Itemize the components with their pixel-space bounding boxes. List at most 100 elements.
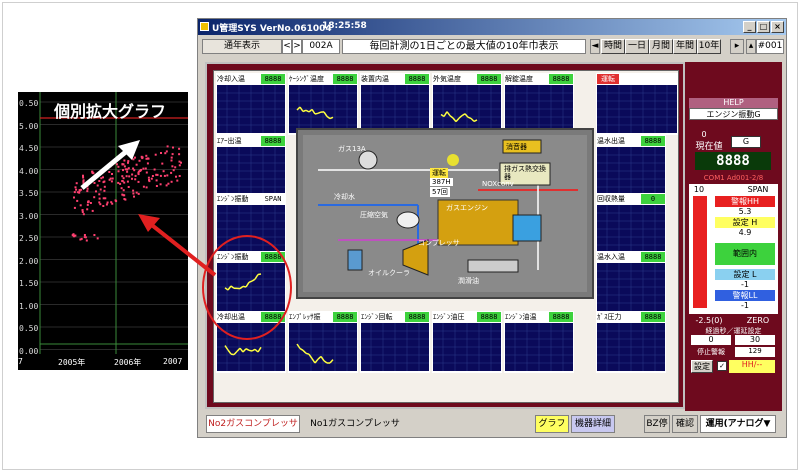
help-label[interactable]: HELP [689,98,778,108]
trend-tile[interactable]: 解錠温度 8888 [504,73,574,135]
tile-label: ｴﾝｼﾞﾝ振動 [217,195,249,203]
tile-graph [217,85,285,133]
period-button[interactable]: 時間 [601,39,625,54]
tile-value: 8888 [641,136,665,146]
trend-tile[interactable]: ｶﾞｽ圧力 8888 [596,311,666,373]
trend-tile[interactable]: ｴﾝｼﾞﾝ油圧 8888 [432,311,502,373]
scroll-left-button[interactable]: ◄ [590,39,600,54]
app-icon [200,22,209,31]
side-panel: HELP エンジン振動G 0 現在値 G 8888 COM1 Ad001-2/8… [685,62,782,412]
tab-no1-compressor[interactable]: No1ガスコンプレッサ [308,415,402,433]
trend-tile[interactable]: ｴﾝｼﾞﾝ油温 8888 [504,311,574,373]
zoom-y-tick: 4.50 [19,144,39,153]
in-range: 範囲内 [715,243,775,265]
trend-tile[interactable]: ｴｱｰ出温 8888 [216,135,286,197]
zoom-y-tick: 5.00 [19,121,39,131]
tile-label: 外気温度 [433,75,461,83]
tile-label: 装置内温 [361,75,389,83]
title-bar: U管理SYS VerNo.061004 18:25:58 _ □ × [198,19,786,35]
tile-value: 8888 [405,74,429,84]
tile-value: 8888 [405,312,429,322]
trend-tile[interactable]: ｴﾝﾌﾟﾚｯｻ振 8888 [288,311,358,373]
zoom-y-tick: 3.00 [19,211,39,221]
trend-tile[interactable]: ｹｰｼﾝｸﾞ温度 8888 [288,73,358,135]
delay-b[interactable]: 30 [735,335,775,345]
trend-tile[interactable]: 温水入温 8888 [596,251,666,313]
tile-graph [505,85,573,133]
tile-graph [433,85,501,133]
current-label: 現在値 [695,142,723,152]
next-button[interactable]: > [292,39,302,54]
tile-value: 8888 [477,312,501,322]
bottom-bar: No2ガスコンプレッサ No1ガスコンプレッサ グラフ 機器詳細 BZ停 確認 … [198,411,786,437]
period-button[interactable]: 一日 [625,39,649,54]
prev-button[interactable]: < [282,39,292,54]
setting-button[interactable]: 設定 [691,360,713,373]
maximize-button[interactable]: □ [757,21,770,33]
gas-label: ガス13A [338,145,366,153]
hh-checkbox[interactable]: ✓ [717,361,727,371]
tile-value: 8888 [333,74,357,84]
tab-no2-compressor[interactable]: No2ガスコンプレッサ [206,415,300,433]
level-bar [693,196,707,308]
trend-tile[interactable]: 運転 [596,73,678,135]
run-status-label: 運転 [430,168,448,178]
tile-graph [289,85,357,133]
trend-tile[interactable]: 冷却入温 8888 [216,73,286,135]
zoom-y-tick: 1.00 [19,301,39,311]
tile-graph [597,85,677,133]
trend-tile[interactable]: 回収熱量 0 [596,193,666,255]
close-button[interactable]: × [771,21,784,33]
mode-select[interactable]: 運用(アナログ▼ [700,415,776,433]
graph-button[interactable]: グラフ [535,415,569,433]
zoom-graph-plot [39,92,188,354]
process-diagram: ガス13A 冷却水 圧縮空気 運転 387H 57回 ガスエンジン NOXcon… [296,128,594,299]
delay-a[interactable]: 0 [691,335,731,345]
page-up-button[interactable]: ▴ [746,39,756,54]
alarm-hh: 警報HH [715,196,775,207]
current-prefix: 0 [701,130,707,139]
run-count: 57回 [430,187,450,197]
zoom-x-tick: 7 [18,357,23,366]
compressed-air-label: 圧縮空気 [360,211,388,219]
tile-value: 0 [641,194,665,204]
stop-alarm-label: 停止警報 [697,348,725,356]
app-window: U管理SYS VerNo.061004 18:25:58 _ □ × 通年表示 … [197,18,787,438]
trend-tile[interactable]: ｴﾝｼﾞﾝ回転 8888 [360,311,430,373]
tile-value: 8888 [549,312,573,322]
zoom-button[interactable]: ▸ [730,39,744,54]
page-number: #001 [756,39,784,54]
tile-label: ｴﾝｼﾞﾝ油温 [505,313,537,321]
period-button[interactable]: 月間 [649,39,673,54]
tile-value: 8888 [333,312,357,322]
zoom-y-tick: 0.50 [19,99,39,108]
period-button[interactable]: 年間 [673,39,697,54]
detail-button[interactable]: 機器詳細 [571,415,615,433]
tile-graph [361,323,429,371]
zoom-graph [18,92,188,370]
tile-graph [505,323,573,371]
trend-tile[interactable]: 温水出温 8888 [596,135,666,197]
tile-label: 回収熱量 [597,195,625,203]
mode-display[interactable]: 通年表示 [202,39,282,54]
l-value: -1 [741,280,749,289]
bz-stop-button[interactable]: BZ停 [644,415,670,433]
tile-value: 8888 [641,252,665,262]
trend-tile[interactable]: 外気温度 8888 [432,73,502,135]
tile-graph [361,85,429,133]
oil-cooler-label: オイルクーラ [368,269,410,277]
exhaust-hx-label: 排ガス熱交換器 [504,165,546,181]
confirm-button[interactable]: 確認 [672,415,698,433]
setting-l: 設定 L [715,269,775,280]
tile-label: ｴﾝｼﾞﾝ回転 [361,313,393,321]
engine-label: ガスエンジン [446,204,488,212]
trend-tile[interactable]: 装置内温 8888 [360,73,430,135]
minimize-button[interactable]: _ [743,21,756,33]
item-code: 002A [302,39,340,54]
zero-min: -2.5(0) [695,316,723,325]
zero-label: ZERO [746,316,770,325]
period-button[interactable]: 10年 [697,39,721,54]
scale-top: 10 [693,185,705,194]
oil-cooler-shape [347,249,363,271]
setting-h: 設定 H [715,217,775,228]
